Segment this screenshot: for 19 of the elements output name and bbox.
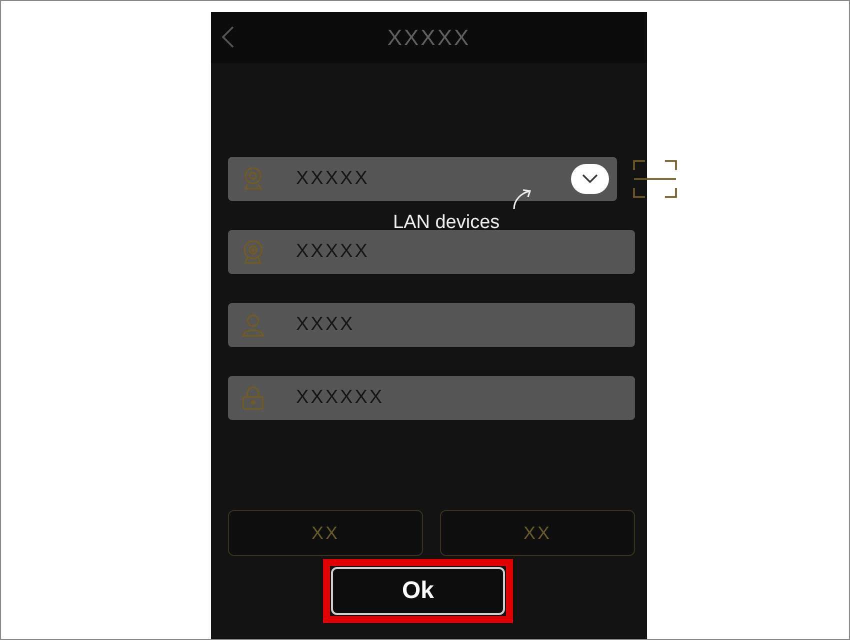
secondary-button[interactable]: XX <box>228 510 423 556</box>
input-field[interactable]: XXXXXX <box>296 387 627 409</box>
back-icon[interactable] <box>221 25 235 49</box>
secondary-button[interactable]: XX <box>440 510 635 556</box>
text-field[interactable]: XXXXXX <box>228 376 635 420</box>
chevron-down-icon <box>582 174 598 184</box>
scan-icon[interactable] <box>633 160 677 198</box>
dropdown-button[interactable] <box>571 164 609 194</box>
ok-button[interactable]: Ok <box>331 567 505 615</box>
text-field[interactable]: XXXX <box>228 303 635 347</box>
text-field[interactable]: XXXXX <box>228 230 635 274</box>
user-icon <box>240 312 266 338</box>
lock-icon <box>240 385 266 411</box>
input-field[interactable]: XXXXX <box>296 241 627 263</box>
arrow-icon <box>511 188 533 210</box>
input-field[interactable]: XXXXX <box>296 168 541 190</box>
text-field[interactable]: XXXXX <box>228 157 617 201</box>
input-field[interactable]: XXXX <box>296 314 627 336</box>
screen-title: XXXXX <box>387 24 471 50</box>
